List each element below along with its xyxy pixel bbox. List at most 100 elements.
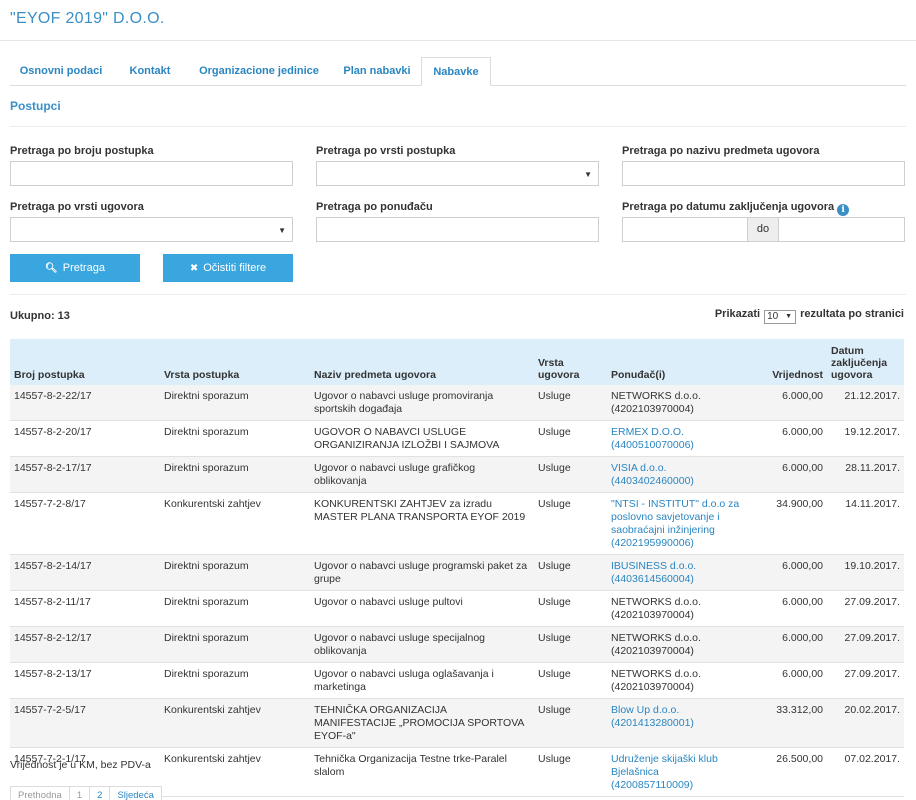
- pagination-page-2[interactable]: 2: [89, 786, 111, 800]
- cell-vrsta-postupka: Direktni sporazum: [160, 420, 310, 457]
- cell-vrsta-ugovora: Usluge: [534, 698, 607, 748]
- cell-vrsta-ugovora: Usluge: [534, 662, 607, 699]
- naziv-predmeta-input[interactable]: [622, 161, 905, 186]
- pagination-page-1[interactable]: 1: [68, 786, 91, 800]
- broj-postupka-label: Pretraga po broju postupka: [10, 145, 154, 157]
- col-vrijednost[interactable]: Vrijednost: [747, 339, 827, 385]
- datum-do-input[interactable]: [778, 217, 905, 242]
- broj-postupka-input[interactable]: [10, 161, 293, 186]
- tab-osnovni-podaci[interactable]: Osnovni podaci: [10, 57, 112, 86]
- cell-ponudjac: NETWORKS d.o.o. (4202103970004): [607, 590, 747, 627]
- header: "EYOF 2019" D.O.O.: [0, 0, 916, 41]
- datum-od-input[interactable]: [622, 217, 748, 242]
- col-vrsta-postupka[interactable]: Vrsta postupka: [160, 339, 310, 385]
- pagination-next[interactable]: Sljedeća: [109, 786, 162, 800]
- cell-broj-postupka: 14557-8-2-22/17: [10, 385, 160, 421]
- clear-filters-label: Očistiti filtere: [203, 262, 267, 274]
- cell-ponudjac[interactable]: Udruženje skijaški klub Bjelašnica (4200…: [607, 747, 747, 797]
- cell-naziv-predmeta: Ugovor o nabavci usluge grafičkog obliko…: [310, 456, 534, 493]
- caret-down-icon: ▼: [278, 226, 286, 235]
- vrsta-ugovora-label: Pretraga po vrsti ugovora: [10, 201, 144, 213]
- table-row: 14557-7-2-5/17 Konkurentski zahtjev TEHNIČ…: [10, 698, 904, 748]
- cell-vrsta-postupka: Direktni sporazum: [160, 385, 310, 421]
- cell-broj-postupka: 14557-8-2-13/17: [10, 662, 160, 699]
- cell-datum: 21.12.2017.: [827, 385, 904, 421]
- cell-datum: 19.12.2017.: [827, 420, 904, 457]
- value-footnote: Vrijednost je u KM, bez PDV-a: [10, 759, 151, 771]
- naziv-predmeta-label: Pretraga po nazivu predmeta ugovora: [622, 145, 820, 157]
- cell-vrsta-postupka: Konkurentski zahtjev: [160, 747, 310, 797]
- cell-vrijednost: 34.900,00: [747, 492, 827, 555]
- cell-ponudjac[interactable]: Blow Up d.o.o. (4201413280001): [607, 698, 747, 748]
- vrsta-postupka-label: Pretraga po vrsti postupka: [316, 145, 456, 157]
- cell-vrsta-postupka: Konkurentski zahtjev: [160, 698, 310, 748]
- cell-ponudjac[interactable]: IBUSINESS d.o.o. (4403614560004): [607, 554, 747, 591]
- ponudjac-label: Pretraga po ponuđaču: [316, 201, 433, 213]
- cell-vrsta-ugovora: Usluge: [534, 590, 607, 627]
- tab-organizacione-jedinice[interactable]: Organizacione jedinice: [188, 57, 330, 86]
- table-row: 14557-8-2-11/17 Direktni sporazum Ugovor o…: [10, 590, 904, 627]
- table-row: 14557-8-2-20/17 Direktni sporazum UGOVOR O…: [10, 420, 904, 457]
- table-row: 14557-8-2-13/17 Direktni sporazum Ugovor o…: [10, 662, 904, 699]
- cell-vrsta-ugovora: Usluge: [534, 626, 607, 663]
- cell-datum: 27.09.2017.: [827, 590, 904, 627]
- cell-naziv-predmeta: Ugovor o nabavci usluge pultovi: [310, 590, 534, 627]
- cell-naziv-predmeta: Tehnička Organizacija Testne trke-Parale…: [310, 747, 534, 797]
- cell-naziv-predmeta: TEHNIČKA ORGANIZACIJA MANIFESTACIJE „PRO…: [310, 698, 534, 748]
- col-vrsta-ugovora[interactable]: Vrsta ugovora: [534, 339, 607, 385]
- cell-datum: 14.11.2017.: [827, 492, 904, 555]
- cell-ponudjac[interactable]: ERMEX D.O.O. (4400510070006): [607, 420, 747, 457]
- cell-ponudjac: NETWORKS d.o.o. (4202103970004): [607, 385, 747, 421]
- do-addon: do: [747, 217, 779, 242]
- cell-ponudjac[interactable]: "NTSI - INSTITUT" d.o.o za poslovno savj…: [607, 492, 747, 555]
- tab-nabavke[interactable]: Nabavke: [421, 57, 491, 86]
- clear-filters-button[interactable]: ✖ Očistiti filtere: [163, 254, 293, 282]
- cell-vrijednost: 6.000,00: [747, 456, 827, 493]
- cell-ponudjac[interactable]: VISIA d.o.o. (4403402460000): [607, 456, 747, 493]
- total-count: Ukupno: 13: [10, 310, 70, 322]
- cell-vrijednost: 26.500,00: [747, 747, 827, 797]
- cell-datum: 27.09.2017.: [827, 662, 904, 699]
- cell-naziv-predmeta: UGOVOR O NABAVCI USLUGE ORGANIZIRANJA IZ…: [310, 420, 534, 457]
- cell-datum: 20.02.2017.: [827, 698, 904, 748]
- cell-vrijednost: 6.000,00: [747, 590, 827, 627]
- cell-ponudjac: NETWORKS d.o.o. (4202103970004): [607, 662, 747, 699]
- cell-datum: 19.10.2017.: [827, 554, 904, 591]
- cell-vrijednost: 6.000,00: [747, 626, 827, 663]
- prikazati-label: Prikazati: [714, 308, 761, 320]
- col-datum[interactable]: Datum zaključenja ugovora: [827, 339, 904, 385]
- cell-datum: 07.02.2017.: [827, 747, 904, 797]
- col-broj-postupka[interactable]: Broj postupka: [10, 339, 160, 385]
- cell-naziv-predmeta: Ugovor o nabavci usluga oglašavanja i ma…: [310, 662, 534, 699]
- pagination-prev[interactable]: Prethodna: [10, 786, 70, 800]
- search-icon: 🔍︎: [45, 263, 58, 274]
- cell-broj-postupka: 14557-8-2-11/17: [10, 590, 160, 627]
- vrsta-ugovora-select[interactable]: ▼: [10, 217, 293, 242]
- vrsta-postupka-select[interactable]: ▼: [316, 161, 599, 186]
- table-row: 14557-8-2-17/17 Direktni sporazum Ugovor o…: [10, 456, 904, 493]
- page-size-select[interactable]: 10 ▼: [764, 310, 797, 324]
- page-title: "EYOF 2019" D.O.O.: [10, 10, 165, 27]
- cell-broj-postupka: 14557-8-2-17/17: [10, 456, 160, 493]
- cell-broj-postupka: 14557-8-2-20/17: [10, 420, 160, 457]
- cell-vrsta-postupka: Direktni sporazum: [160, 626, 310, 663]
- close-icon: ✖: [189, 263, 199, 274]
- tab-plan-nabavki[interactable]: Plan nabavki: [334, 57, 420, 86]
- cell-ponudjac: NETWORKS d.o.o. (4202103970004): [607, 626, 747, 663]
- cell-vrsta-ugovora: Usluge: [534, 456, 607, 493]
- search-button[interactable]: 🔍︎ Pretraga: [10, 254, 140, 282]
- cell-datum: 28.11.2017.: [827, 456, 904, 493]
- cell-broj-postupka: 14557-7-2-8/17: [10, 492, 160, 555]
- cell-vrsta-ugovora: Usluge: [534, 554, 607, 591]
- cell-vrsta-postupka: Direktni sporazum: [160, 554, 310, 591]
- table-row: 14557-8-2-22/17 Direktni sporazum Ugovor o…: [10, 385, 904, 421]
- col-naziv-predmeta[interactable]: Naziv predmeta ugovora: [310, 339, 534, 385]
- table-header-row: Broj postupka Vrsta postupka Naziv predm…: [10, 339, 904, 385]
- tab-kontakt[interactable]: Kontakt: [118, 57, 182, 86]
- col-ponudjac[interactable]: Ponuđač(i): [607, 339, 747, 385]
- info-icon[interactable]: i: [837, 204, 850, 216]
- ponudjac-input[interactable]: [316, 217, 599, 242]
- page-size-value: 10: [767, 311, 779, 322]
- cell-vrijednost: 6.000,00: [747, 420, 827, 457]
- cell-naziv-predmeta: KONKURENTSKI ZAHTJEV za izradu MASTER PL…: [310, 492, 534, 555]
